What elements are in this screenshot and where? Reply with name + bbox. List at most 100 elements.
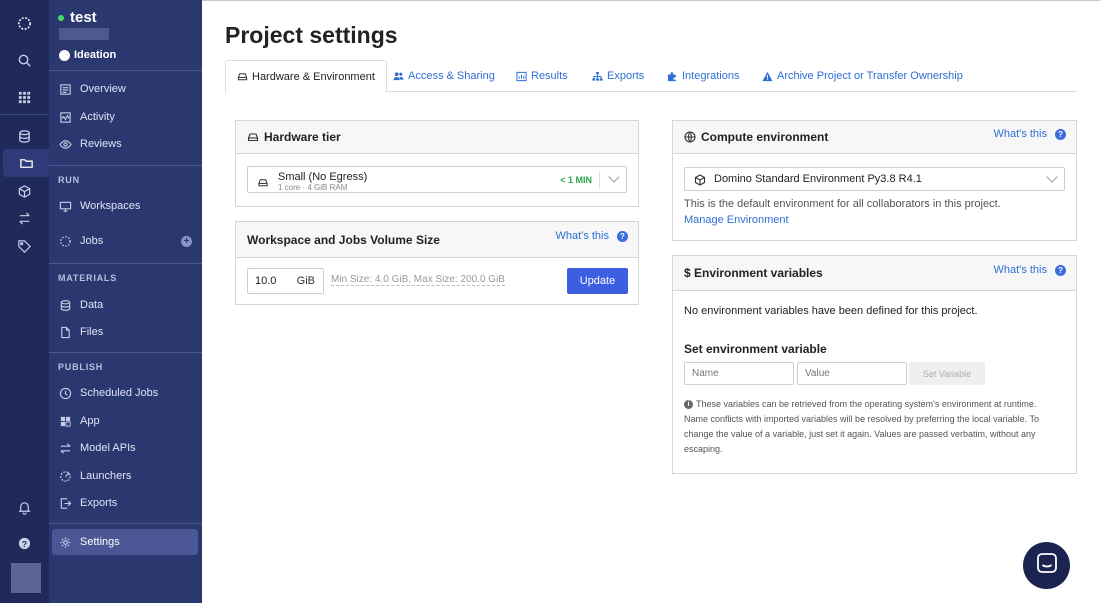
whats-this-label: What's this — [993, 264, 1047, 276]
sidebar-item-jobs[interactable]: Jobs + — [52, 228, 198, 254]
project-stage[interactable]: Ideation — [59, 49, 116, 61]
variable-name-input[interactable] — [684, 362, 794, 385]
sidebar-divider — [49, 523, 202, 524]
svg-text:?: ? — [22, 538, 27, 548]
hardware-tier-select[interactable]: Small (No Egress) 1 core · 4 GiB RAM < 1… — [247, 166, 627, 193]
cube-icon[interactable] — [0, 177, 49, 205]
card-header: Compute environment What's this ? — [673, 121, 1076, 154]
sidebar-item-label: Exports — [80, 497, 118, 509]
tab-results[interactable]: Results — [516, 60, 568, 92]
tab-exports[interactable]: Exports — [592, 60, 644, 92]
environment-select[interactable]: Domino Standard Environment Py3.8 R4.1 — [684, 167, 1065, 191]
sidebar-item-data[interactable]: Data — [52, 292, 198, 318]
sidebar-item-label: Files — [80, 326, 104, 338]
info-line: These variables can be retrieved from th… — [696, 399, 1037, 409]
card-title: Compute environment — [701, 130, 829, 144]
tag-icon[interactable] — [0, 232, 49, 260]
puzzle-icon — [667, 71, 678, 82]
tab-label: Results — [531, 70, 568, 82]
sidebar-item-app[interactable]: App — [52, 408, 198, 434]
database-icon — [58, 298, 72, 312]
apps-grid-icon[interactable] — [0, 83, 49, 111]
sidebar-divider — [49, 352, 202, 353]
volume-size-card: Workspace and Jobs Volume Size What's th… — [235, 221, 639, 305]
folder-icon[interactable] — [3, 149, 49, 177]
whats-this-link[interactable]: What's this ? — [556, 230, 628, 242]
tab-access-sharing[interactable]: Access & Sharing — [393, 60, 495, 92]
clock-icon — [58, 386, 72, 400]
hdd-icon — [247, 131, 259, 143]
sidebar-item-reviews[interactable]: Reviews — [52, 131, 198, 157]
tab-label: Access & Sharing — [408, 70, 495, 82]
card-title: Workspace and Jobs Volume Size — [247, 232, 440, 247]
bell-icon[interactable] — [0, 493, 49, 521]
spinner-icon — [58, 234, 72, 248]
update-button[interactable]: Update — [567, 268, 628, 294]
environment-description: This is the default environment for all … — [684, 198, 1001, 210]
sidebar-item-label: Activity — [80, 111, 115, 123]
stage-label: Ideation — [74, 49, 117, 61]
tab-hardware-environment[interactable]: Hardware & Environment — [225, 60, 387, 93]
tier-time-badge: < 1 MIN — [560, 175, 592, 185]
tab-label: Exports — [607, 70, 645, 82]
sidebar-item-label: Reviews — [80, 138, 122, 150]
sidebar-item-activity[interactable]: Activity — [52, 104, 198, 130]
swap-icon[interactable] — [0, 204, 49, 232]
domino-logo-icon[interactable] — [0, 9, 49, 37]
tier-name: Small (No Egress) — [278, 171, 368, 183]
sidebar-divider — [49, 165, 202, 166]
sidebar-item-label: Launchers — [80, 470, 132, 482]
add-job-icon[interactable]: + — [181, 235, 192, 247]
section-label-run: RUN — [58, 175, 80, 185]
database-icon[interactable] — [0, 122, 49, 150]
compute-environment-card: Compute environment What's this ? Domino… — [672, 120, 1077, 241]
file-icon — [58, 325, 72, 339]
set-variable-button[interactable]: Set Variable — [909, 362, 985, 385]
whats-this-link[interactable]: What's this ? — [994, 128, 1066, 140]
info-line: Name conflicts with imported variables w… — [684, 414, 1039, 424]
select-divider — [599, 171, 600, 189]
bar-chart-icon — [516, 71, 527, 82]
sidebar-item-settings[interactable]: Settings — [52, 529, 198, 555]
manage-environment-link[interactable]: Manage Environment — [684, 214, 789, 226]
environment-variables-card: $ Environment variables What's this ? No… — [672, 255, 1077, 474]
card-header: Workspace and Jobs Volume Size What's th… — [236, 222, 638, 258]
warning-icon — [762, 71, 773, 82]
sidebar-item-workspaces[interactable]: Workspaces — [52, 193, 198, 219]
sidebar-item-model-apis[interactable]: Model APIs — [52, 435, 198, 461]
avatar[interactable] — [11, 563, 41, 593]
sidebar-divider — [49, 70, 202, 71]
sidebar-item-label: Settings — [80, 536, 120, 548]
sidebar-item-scheduled-jobs[interactable]: Scheduled Jobs — [52, 380, 198, 406]
info-line: change the value of a variable, just set… — [684, 429, 1036, 439]
online-status-icon — [58, 14, 64, 21]
section-label-materials: MATERIALS — [58, 273, 118, 283]
sidebar-item-launchers[interactable]: Launchers — [52, 463, 198, 489]
tab-integrations[interactable]: Integrations — [667, 60, 739, 92]
sidebar-item-exports[interactable]: Exports — [52, 490, 198, 516]
chevron-down-icon — [608, 171, 620, 183]
whats-this-link[interactable]: What's this ? — [994, 264, 1066, 276]
variable-value-input[interactable] — [797, 362, 907, 385]
card-title: $ Environment variables — [684, 266, 823, 280]
top-border — [202, 0, 1100, 1]
volume-size-hint: Min Size: 4.0 GiB, Max Size: 200.0 GiB — [331, 274, 505, 286]
tab-label: Archive Project or Transfer Ownership — [777, 70, 963, 82]
chat-widget-button[interactable] — [1023, 542, 1070, 589]
sidebar-item-overview[interactable]: Overview — [52, 76, 198, 102]
volume-size-input[interactable]: 10.0 GiB — [247, 268, 324, 294]
info-icon: i — [684, 400, 693, 409]
tab-archive-transfer[interactable]: Archive Project or Transfer Ownership — [762, 60, 963, 92]
search-icon[interactable] — [0, 46, 49, 74]
launcher-icon — [58, 469, 72, 483]
gear-icon — [58, 535, 72, 549]
info-line: escaping. — [684, 444, 723, 454]
cube-icon — [694, 173, 706, 191]
project-title[interactable]: test — [58, 9, 97, 26]
sidebar-item-files[interactable]: Files — [52, 319, 198, 345]
card-title: Hardware tier — [264, 130, 341, 144]
monitor-icon — [58, 199, 72, 213]
card-header: $ Environment variables What's this ? — [673, 256, 1076, 291]
help-icon[interactable]: ? — [0, 529, 49, 557]
chevron-down-icon — [1046, 171, 1058, 183]
